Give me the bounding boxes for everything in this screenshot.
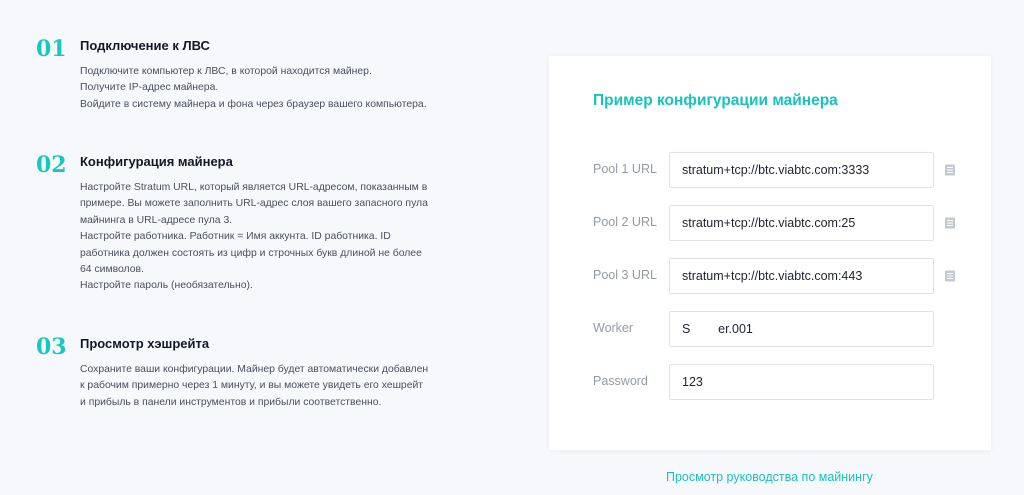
step-title: Просмотр хэшрейта	[80, 336, 210, 351]
pool-2-row: Pool 2 URL	[593, 205, 973, 241]
step-line: Настройте пароль (необязательно).	[80, 280, 253, 292]
step-description: Сохраните ваши конфигурации. Майнер буде…	[80, 362, 450, 411]
step-line: примере. Вы можете заполнить URL-адрес с…	[80, 198, 428, 210]
step-number: 02	[36, 152, 67, 178]
config-card: Пример конфигурации майнера Pool 1 URL P…	[549, 56, 991, 450]
step-line: Настройте работника. Работник = Имя акку…	[80, 231, 391, 243]
step-line: Подключите компьютер к ЛВС, в которой на…	[80, 66, 372, 77]
step-line: Войдите в систему майнера и фона через б…	[80, 98, 427, 110]
pool-1-label: Pool 1 URL	[593, 162, 657, 176]
step-line: Сохраните ваши конфигурации. Майнер буде…	[80, 364, 429, 375]
copy-icon[interactable]	[943, 269, 957, 283]
pool-2-url-input[interactable]	[669, 205, 934, 241]
pool-3-url-input[interactable]	[669, 258, 934, 294]
step-line: работника должен состоять из цифр и стро…	[80, 247, 422, 259]
pool-3-row: Pool 3 URL	[593, 258, 973, 294]
copy-icon[interactable]	[943, 216, 957, 230]
pool-3-label: Pool 3 URL	[593, 268, 657, 282]
step-line: майнинга в URL-адресе пула 3.	[80, 214, 233, 226]
step-line: 64 символов.	[80, 264, 144, 276]
step-number: 03	[36, 334, 67, 360]
step-title: Конфигурация майнера	[80, 154, 233, 169]
password-row: Password	[593, 364, 973, 400]
step-line: и прибыль в панели инструментов и прибыл…	[80, 396, 382, 408]
pool-1-row: Pool 1 URL	[593, 152, 973, 188]
worker-row: Worker	[593, 311, 973, 347]
step-description: Настройте Stratum URL, который является …	[80, 180, 450, 295]
step-line: к рабочим примерно через 1 минуту, и вы …	[80, 380, 424, 392]
step-description: Подключите компьютер к ЛВС, в которой на…	[80, 64, 450, 113]
config-title: Пример конфигурации майнера	[593, 92, 838, 109]
step-title: Подключение к ЛВС	[80, 38, 210, 53]
password-label: Password	[593, 374, 648, 388]
worker-input[interactable]	[669, 311, 934, 347]
step-line: Настройте Stratum URL, который является …	[80, 182, 428, 193]
copy-icon[interactable]	[943, 163, 957, 177]
pool-2-label: Pool 2 URL	[593, 215, 657, 229]
step-line: Получите IP-адрес майнера.	[80, 82, 219, 94]
password-input[interactable]	[669, 364, 934, 400]
step-number: 01	[36, 36, 67, 62]
mining-guide-link[interactable]: Просмотр руководства по майнингу	[666, 470, 873, 484]
worker-label: Worker	[593, 321, 634, 335]
pool-1-url-input[interactable]	[669, 152, 934, 188]
